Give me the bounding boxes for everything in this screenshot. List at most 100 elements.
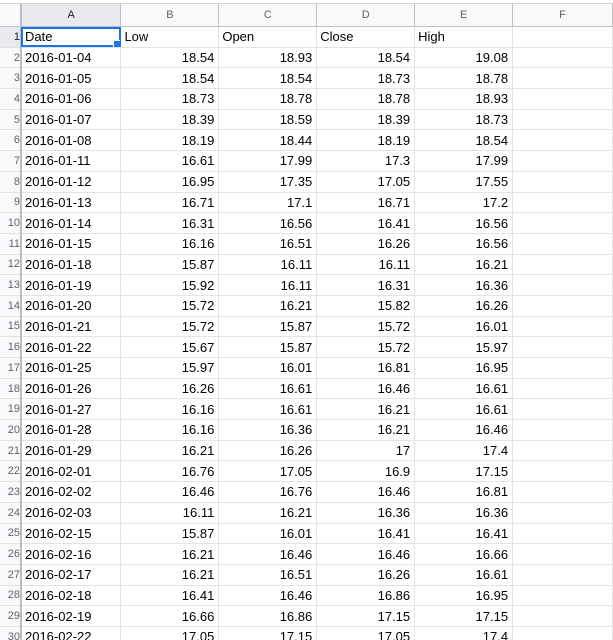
- cell-d29[interactable]: 17.15: [316, 605, 416, 627]
- cell-a11[interactable]: 2016-01-15: [20, 233, 122, 255]
- cell-d2[interactable]: 18.54: [316, 47, 416, 69]
- cell-f6[interactable]: [512, 129, 613, 152]
- cell-f11[interactable]: [512, 233, 613, 255]
- cell-b8[interactable]: 16.95: [120, 171, 220, 193]
- cell-b28[interactable]: 16.41: [120, 585, 220, 607]
- row-header[interactable]: 8: [0, 171, 22, 193]
- cell-a28[interactable]: 2016-02-18: [20, 585, 122, 607]
- column-header-b[interactable]: B: [120, 4, 220, 27]
- cell-f14[interactable]: [512, 295, 613, 317]
- cell-f26[interactable]: [512, 543, 613, 565]
- row-header[interactable]: 4: [0, 88, 22, 110]
- column-header-d[interactable]: D: [316, 4, 416, 27]
- cell-e3[interactable]: 18.78: [414, 67, 514, 90]
- cell-f17[interactable]: [512, 357, 613, 379]
- cell-b14[interactable]: 15.72: [120, 295, 220, 317]
- cell-c17[interactable]: 16.01: [218, 357, 318, 379]
- cell-e30[interactable]: 17.4: [414, 626, 514, 640]
- cell-e12[interactable]: 16.21: [414, 254, 514, 276]
- row-header[interactable]: 1: [0, 26, 22, 48]
- cell-c26[interactable]: 16.46: [218, 543, 318, 565]
- row-header[interactable]: 22: [0, 460, 22, 483]
- cell-f19[interactable]: [512, 398, 613, 421]
- cell-d28[interactable]: 16.86: [316, 585, 416, 607]
- cell-a15[interactable]: 2016-01-21: [20, 316, 122, 338]
- cell-e15[interactable]: 16.01: [414, 316, 514, 338]
- cell-a3[interactable]: 2016-01-05: [20, 67, 122, 90]
- cell-e11[interactable]: 16.56: [414, 233, 514, 255]
- cell-c11[interactable]: 16.51: [218, 233, 318, 255]
- row-header[interactable]: 15: [0, 316, 22, 338]
- cell-d4[interactable]: 18.78: [316, 88, 416, 110]
- cell-f22[interactable]: [512, 460, 613, 483]
- cell-a18[interactable]: 2016-01-26: [20, 378, 122, 400]
- cell-d20[interactable]: 16.21: [316, 419, 416, 441]
- cell-a17[interactable]: 2016-01-25: [20, 357, 122, 379]
- cell-b13[interactable]: 15.92: [120, 274, 220, 296]
- row-header[interactable]: 19: [0, 398, 22, 421]
- cell-e23[interactable]: 16.81: [414, 481, 514, 503]
- cell-f24[interactable]: [512, 502, 613, 524]
- cell-f8[interactable]: [512, 171, 613, 193]
- cell-e13[interactable]: 16.36: [414, 274, 514, 296]
- cell-f5[interactable]: [512, 109, 613, 131]
- cell-d6[interactable]: 18.19: [316, 129, 416, 152]
- row-header[interactable]: 9: [0, 192, 22, 214]
- cell-a1[interactable]: Date: [20, 26, 122, 48]
- cell-e24[interactable]: 16.36: [414, 502, 514, 524]
- cell-d16[interactable]: 15.72: [316, 336, 416, 358]
- cell-e4[interactable]: 18.93: [414, 88, 514, 110]
- row-header[interactable]: 30: [0, 626, 22, 640]
- cell-b1[interactable]: Low: [120, 26, 220, 48]
- cell-a30[interactable]: 2016-02-22: [20, 626, 122, 640]
- row-header[interactable]: 7: [0, 150, 22, 172]
- cell-c13[interactable]: 16.11: [218, 274, 318, 296]
- row-header[interactable]: 29: [0, 605, 22, 627]
- cell-a16[interactable]: 2016-01-22: [20, 336, 122, 358]
- cell-d13[interactable]: 16.31: [316, 274, 416, 296]
- cell-f2[interactable]: [512, 47, 613, 69]
- row-header[interactable]: 20: [0, 419, 22, 441]
- cell-a7[interactable]: 2016-01-11: [20, 150, 122, 172]
- cell-a27[interactable]: 2016-02-17: [20, 564, 122, 586]
- cell-d10[interactable]: 16.41: [316, 212, 416, 234]
- column-header-c[interactable]: C: [218, 4, 318, 27]
- cell-d1[interactable]: Close: [316, 26, 416, 48]
- cell-f29[interactable]: [512, 605, 613, 627]
- cell-b22[interactable]: 16.76: [120, 460, 220, 483]
- cell-c9[interactable]: 17.1: [218, 192, 318, 214]
- cell-a8[interactable]: 2016-01-12: [20, 171, 122, 193]
- row-header[interactable]: 14: [0, 295, 22, 317]
- cell-a2[interactable]: 2016-01-04: [20, 47, 122, 69]
- cell-f18[interactable]: [512, 378, 613, 400]
- cell-c15[interactable]: 15.87: [218, 316, 318, 338]
- cell-e19[interactable]: 16.61: [414, 398, 514, 421]
- cell-d25[interactable]: 16.41: [316, 523, 416, 545]
- cell-e25[interactable]: 16.41: [414, 523, 514, 545]
- row-header[interactable]: 27: [0, 564, 22, 586]
- cell-a24[interactable]: 2016-02-03: [20, 502, 122, 524]
- cell-d7[interactable]: 17.3: [316, 150, 416, 172]
- row-header[interactable]: 24: [0, 502, 22, 524]
- cell-e8[interactable]: 17.55: [414, 171, 514, 193]
- cell-b9[interactable]: 16.71: [120, 192, 220, 214]
- cell-a10[interactable]: 2016-01-14: [20, 212, 122, 234]
- cell-e1[interactable]: High: [414, 26, 514, 48]
- row-header[interactable]: 16: [0, 336, 22, 358]
- cell-a14[interactable]: 2016-01-20: [20, 295, 122, 317]
- row-header[interactable]: 25: [0, 523, 22, 545]
- row-header[interactable]: 11: [0, 233, 22, 255]
- cell-d15[interactable]: 15.72: [316, 316, 416, 338]
- cell-c7[interactable]: 17.99: [218, 150, 318, 172]
- cell-c29[interactable]: 16.86: [218, 605, 318, 627]
- row-header[interactable]: 26: [0, 543, 22, 565]
- cell-f7[interactable]: [512, 150, 613, 172]
- cell-e26[interactable]: 16.66: [414, 543, 514, 565]
- row-header[interactable]: 5: [0, 109, 22, 131]
- cell-e28[interactable]: 16.95: [414, 585, 514, 607]
- cell-e22[interactable]: 17.15: [414, 460, 514, 483]
- cell-d14[interactable]: 15.82: [316, 295, 416, 317]
- cell-b4[interactable]: 18.73: [120, 88, 220, 110]
- cell-a22[interactable]: 2016-02-01: [20, 460, 122, 483]
- cell-b21[interactable]: 16.21: [120, 440, 220, 462]
